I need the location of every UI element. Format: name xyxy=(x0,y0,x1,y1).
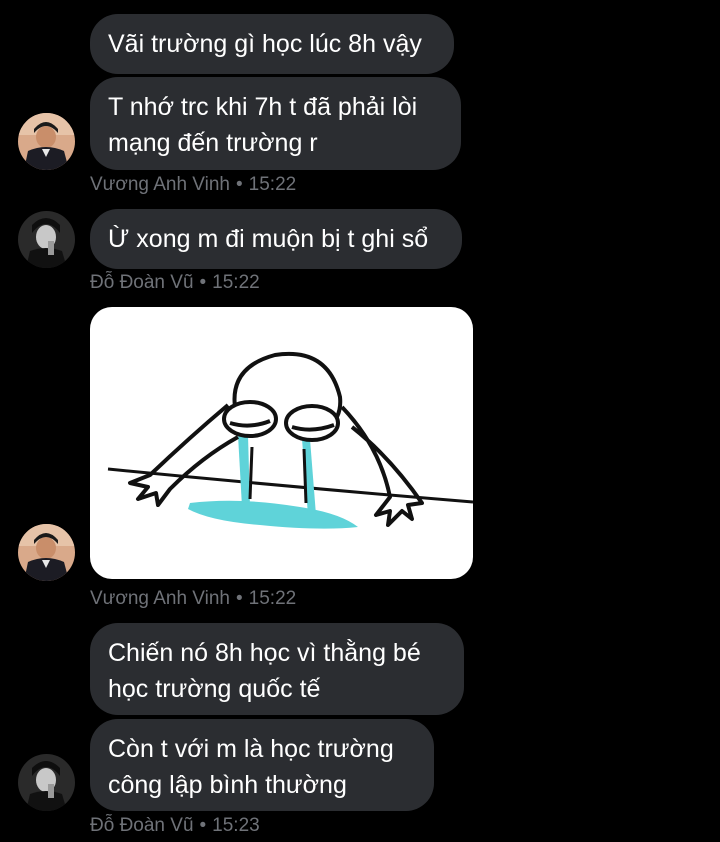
message-meta: Vương Anh Vinh • 15:22 xyxy=(90,173,296,197)
separator: • xyxy=(199,272,207,293)
separator: • xyxy=(236,174,243,195)
timestamp: 15:23 xyxy=(212,815,260,836)
separator: • xyxy=(199,815,207,836)
separator: • xyxy=(236,588,243,609)
message-meta: Vương Anh Vinh • 15:22 xyxy=(90,587,296,611)
timestamp: 15:22 xyxy=(248,174,297,195)
avatar-do-doan-vu[interactable] xyxy=(18,754,75,811)
avatar-do-doan-vu[interactable] xyxy=(18,211,75,268)
sender-name: Đỗ Đoàn Vũ xyxy=(90,815,194,836)
timestamp: 15:22 xyxy=(212,272,260,293)
sender-name: Vương Anh Vinh xyxy=(90,588,230,609)
message-meta: Đỗ Đoàn Vũ • 15:22 xyxy=(90,271,260,295)
message-bubble[interactable]: T nhớ trc khi 7h t đã phải lòi mạng đến … xyxy=(90,77,461,170)
timestamp: 15:22 xyxy=(248,588,297,609)
message-bubble[interactable]: Còn t với m là học trường công lập bình … xyxy=(90,719,434,811)
message-bubble[interactable]: Chiến nó 8h học vì thằng bé học trường q… xyxy=(90,623,464,715)
message-meta: Đỗ Đoàn Vũ • 15:23 xyxy=(90,814,260,838)
image-message[interactable] xyxy=(90,307,473,579)
avatar-vuong-anh-vinh[interactable] xyxy=(18,524,75,581)
crying-sticker-icon xyxy=(107,351,473,529)
sender-name: Đỗ Đoàn Vũ xyxy=(90,272,194,293)
sender-name: Vương Anh Vinh xyxy=(90,174,230,195)
avatar-vuong-anh-vinh[interactable] xyxy=(18,113,75,170)
message-bubble[interactable]: Ừ xong m đi muộn bị t ghi sổ xyxy=(90,209,462,269)
message-bubble[interactable]: Vãi trường gì học lúc 8h vậy xyxy=(90,14,454,74)
chat-thread: Vãi trường gì học lúc 8h vậy T nhớ trc k… xyxy=(0,0,720,842)
